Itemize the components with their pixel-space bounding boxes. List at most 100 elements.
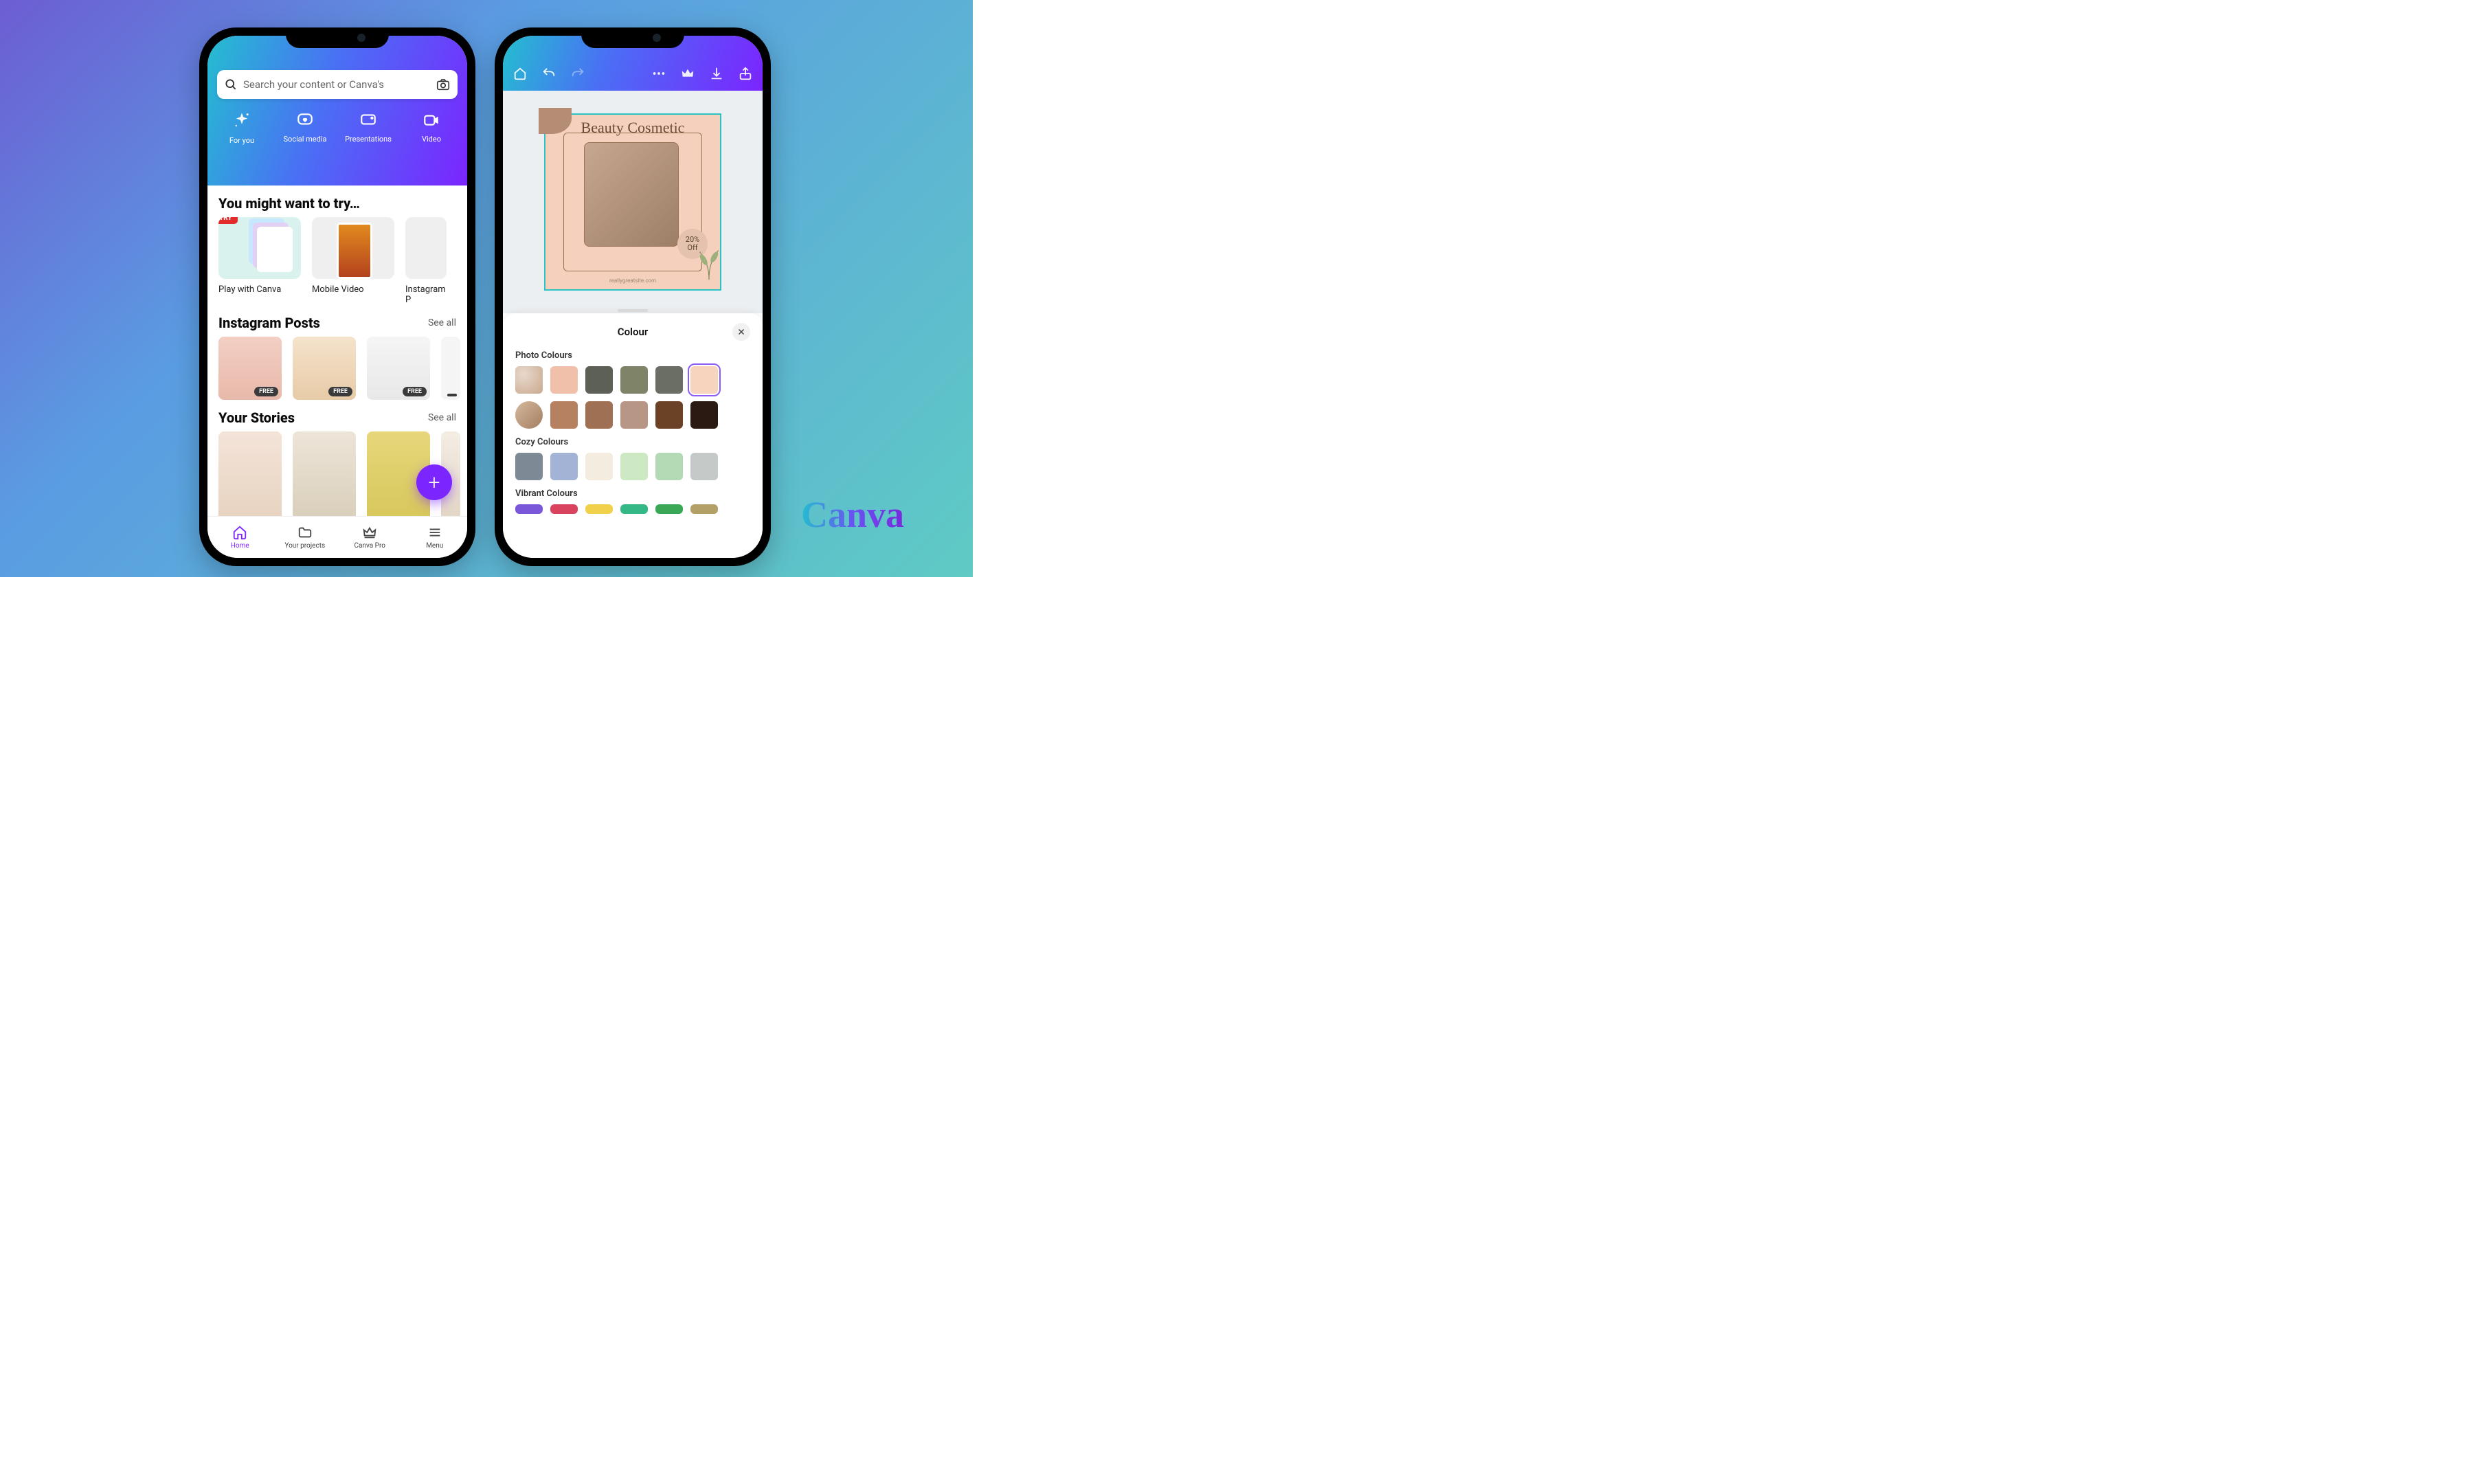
- section-title: Instagram Posts: [218, 315, 320, 331]
- colour-swatch[interactable]: [655, 401, 683, 429]
- category-social[interactable]: Social media: [280, 111, 330, 144]
- home-screen: Search your content or Canva's For you S…: [207, 36, 467, 558]
- sheet-handle[interactable]: [618, 309, 648, 312]
- undo-icon: [541, 66, 556, 81]
- category-row: For you Social media Presentations Video: [217, 111, 458, 145]
- crown-fill-icon: [680, 66, 695, 81]
- nav-label: Canva Pro: [354, 542, 385, 550]
- colour-sheet: Colour Photo Colours: [503, 313, 763, 558]
- category-label: Video: [422, 135, 441, 144]
- try-label: Instagram P: [405, 284, 447, 305]
- colour-swatch[interactable]: [585, 504, 613, 514]
- phone-notch: [286, 27, 389, 48]
- video-icon: [423, 111, 440, 129]
- colour-swatch[interactable]: [585, 366, 613, 394]
- more-icon: [651, 66, 666, 81]
- share-icon: [738, 66, 753, 81]
- leaf-decoration-icon: [694, 241, 724, 281]
- ig-post-card[interactable]: [218, 337, 282, 400]
- try-card-play[interactable]: TRY Play with Canva: [218, 217, 301, 305]
- category-for-you[interactable]: For you: [217, 111, 267, 145]
- colour-swatch[interactable]: [550, 401, 578, 429]
- nav-pro[interactable]: Canva Pro: [337, 517, 403, 558]
- section-stories-head: Your Stories See all: [207, 400, 467, 431]
- palette-source-icon[interactable]: [515, 401, 543, 429]
- sheet-header: Colour: [515, 322, 750, 342]
- colour-swatch[interactable]: [585, 453, 613, 480]
- story-card[interactable]: [218, 431, 282, 517]
- swatch-section-label: Vibrant Colours: [515, 488, 750, 499]
- story-card[interactable]: [293, 431, 356, 517]
- colour-swatch[interactable]: [690, 504, 718, 514]
- nav-home[interactable]: Home: [207, 517, 273, 558]
- section-title: Your Stories: [218, 409, 295, 426]
- colour-swatch[interactable]: [515, 453, 543, 480]
- nav-projects[interactable]: Your projects: [273, 517, 338, 558]
- nav-label: Your projects: [284, 542, 325, 550]
- palette-source-icon[interactable]: [515, 366, 543, 394]
- colour-swatch[interactable]: [690, 453, 718, 480]
- ig-post-card[interactable]: [293, 337, 356, 400]
- try-thumb: [312, 217, 394, 279]
- phone-home: Search your content or Canva's For you S…: [199, 27, 475, 566]
- colour-swatch[interactable]: [655, 366, 683, 394]
- try-label: Play with Canva: [218, 284, 301, 295]
- design-canvas[interactable]: Beauty Cosmetic 20% Off reallygreatsite.…: [544, 113, 721, 291]
- design-photo[interactable]: [584, 142, 679, 247]
- home-header: Search your content or Canva's For you S…: [207, 36, 467, 186]
- category-video[interactable]: Video: [407, 111, 456, 144]
- canva-logo: Canva: [801, 493, 904, 536]
- colour-swatch[interactable]: [655, 504, 683, 514]
- colour-swatch[interactable]: [550, 453, 578, 480]
- undo-button[interactable]: [541, 66, 556, 84]
- try-thumb: [405, 217, 447, 279]
- colour-swatch[interactable]: [515, 504, 543, 514]
- colour-swatch[interactable]: [690, 401, 718, 429]
- close-button[interactable]: [732, 323, 750, 341]
- search-icon: [224, 78, 238, 91]
- download-button[interactable]: [709, 66, 724, 84]
- section-title: You might want to try…: [218, 195, 360, 212]
- share-button[interactable]: [738, 66, 753, 84]
- colour-swatch[interactable]: [655, 453, 683, 480]
- more-button[interactable]: [651, 66, 666, 84]
- nav-label: Home: [231, 542, 249, 550]
- see-all-link[interactable]: See all: [428, 317, 456, 328]
- colour-swatch[interactable]: [550, 504, 578, 514]
- cozy-colours-row: [515, 453, 750, 480]
- ig-scroll[interactable]: [207, 337, 467, 400]
- colour-swatch[interactable]: [585, 401, 613, 429]
- photo-colours-row-2: [515, 401, 750, 429]
- try-scroll[interactable]: TRY Play with Canva Mobile Video Instagr…: [207, 217, 467, 305]
- colour-swatch[interactable]: [620, 504, 648, 514]
- bottom-nav: Home Your projects Canva Pro Menu: [207, 516, 467, 558]
- home-icon: [232, 525, 247, 540]
- category-label: For you: [229, 136, 254, 145]
- search-input[interactable]: Search your content or Canva's: [217, 70, 458, 99]
- fab-create-button[interactable]: +: [416, 464, 452, 500]
- presentation-icon: [359, 111, 377, 129]
- ig-post-card[interactable]: [441, 337, 460, 400]
- pro-button[interactable]: [680, 66, 695, 84]
- canvas-area[interactable]: Beauty Cosmetic 20% Off reallygreatsite.…: [503, 91, 763, 313]
- home-button[interactable]: [513, 66, 528, 84]
- see-all-link[interactable]: See all: [428, 412, 456, 423]
- colour-swatch[interactable]: [620, 366, 648, 394]
- nav-menu[interactable]: Menu: [403, 517, 468, 558]
- colour-swatch[interactable]: [550, 366, 578, 394]
- camera-icon[interactable]: [436, 77, 451, 92]
- sparkle-icon: [232, 111, 251, 131]
- ig-post-card[interactable]: [367, 337, 430, 400]
- colour-swatch[interactable]: [620, 453, 648, 480]
- menu-icon: [427, 525, 442, 540]
- folder-icon: [297, 525, 313, 540]
- try-card-instagram[interactable]: Instagram P: [405, 217, 447, 305]
- colour-swatch-selected[interactable]: [690, 366, 718, 394]
- photo-colours-row-1: [515, 366, 750, 394]
- colour-swatch[interactable]: [620, 401, 648, 429]
- category-presentations[interactable]: Presentations: [344, 111, 393, 144]
- redo-button[interactable]: [570, 66, 585, 84]
- category-label: Presentations: [345, 135, 392, 144]
- try-card-mobile-video[interactable]: Mobile Video: [312, 217, 394, 305]
- design-url: reallygreatsite.com: [545, 278, 720, 284]
